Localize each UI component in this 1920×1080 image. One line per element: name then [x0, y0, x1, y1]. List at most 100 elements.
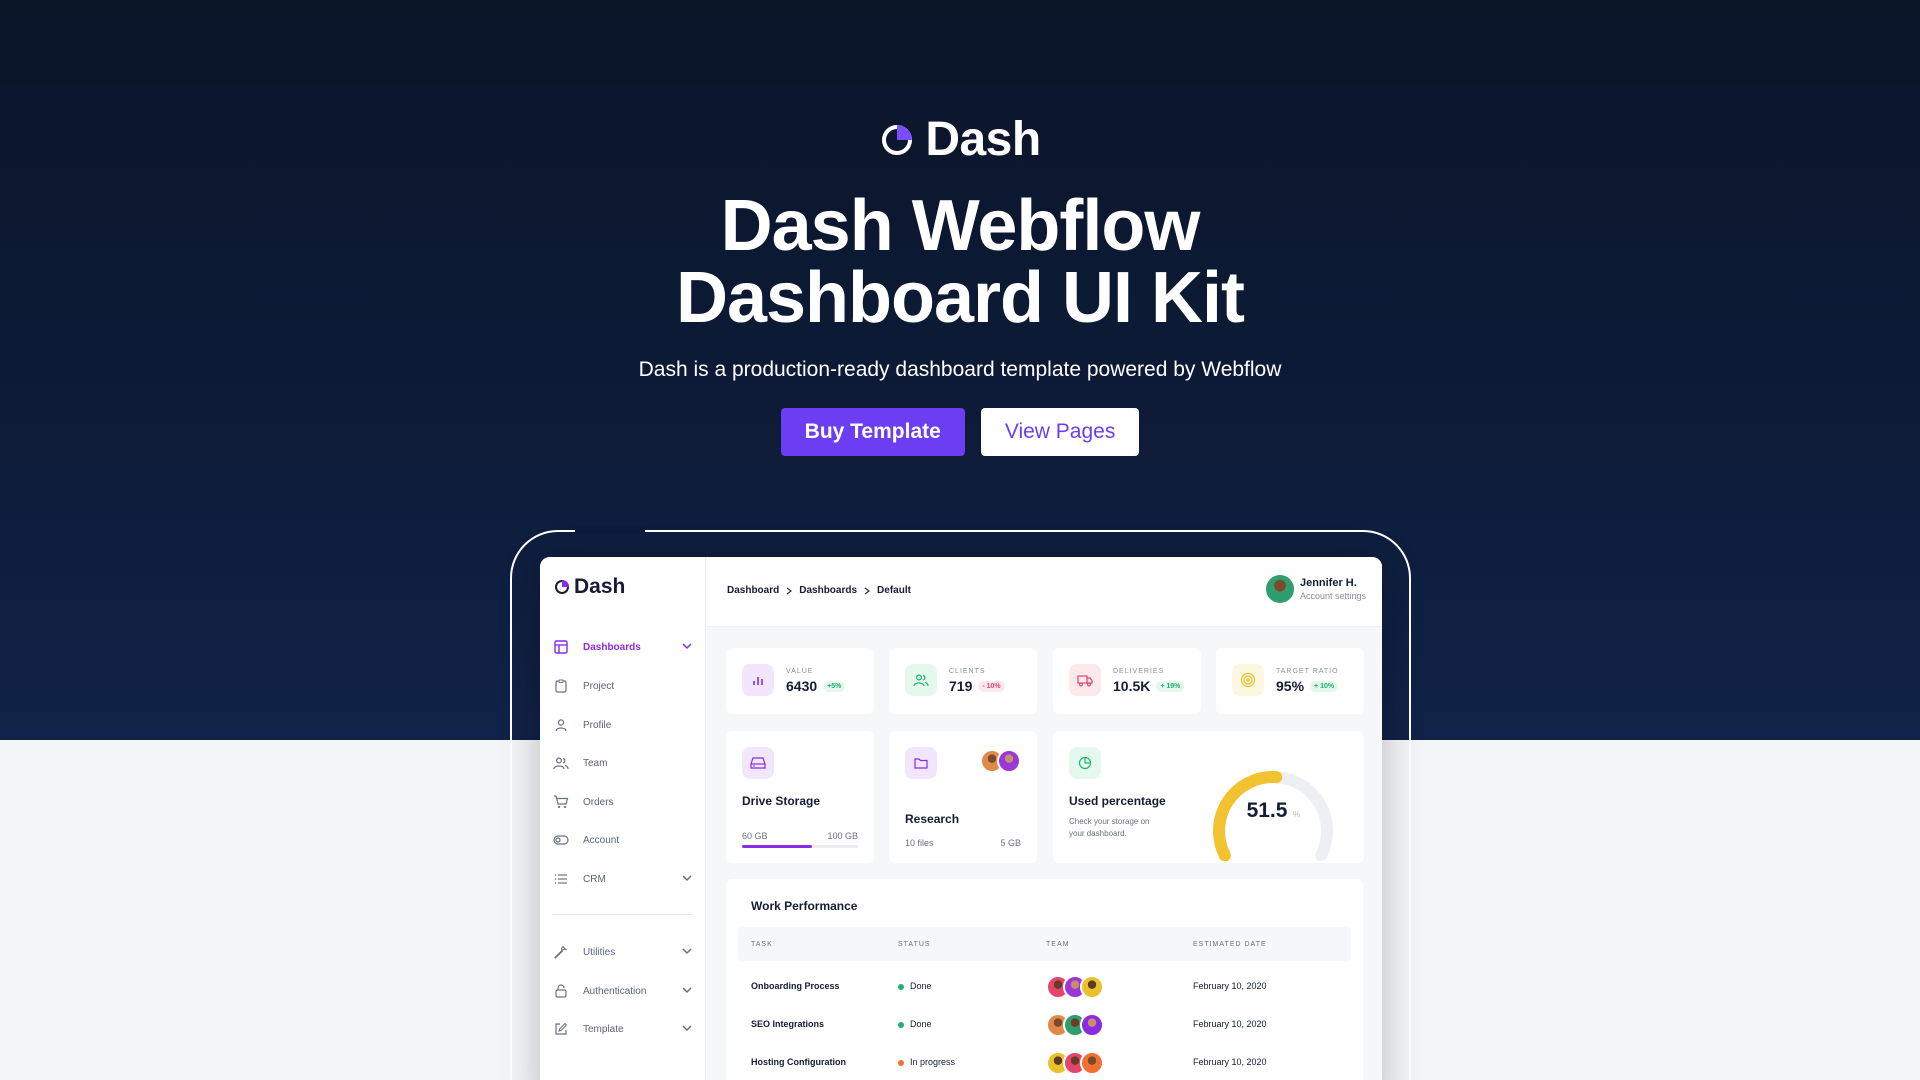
table-row[interactable]: SEO Integrations Done February 10, 2020 [738, 1007, 1351, 1045]
user-name: Jennifer H. [1299, 577, 1357, 589]
status-cell: In progress [898, 1057, 955, 1067]
dashboard-preview: Dash Dashboards Project Profile Team Ord… [540, 557, 1382, 1080]
sidebar-logo[interactable]: Dash [554, 575, 625, 599]
team-avatars [1046, 1051, 1104, 1075]
storage-progress-fill [742, 845, 812, 848]
sidebar-item-account[interactable]: Account [553, 829, 693, 851]
sidebar-item-team[interactable]: Team [553, 752, 693, 774]
work-performance-card: Work Performance TASK STATUS TEAM ESTIMA… [726, 879, 1363, 1080]
table-header: TASK STATUS TEAM ESTIMATED DATE [738, 927, 1351, 961]
sidebar-item-label: Dashboards [583, 641, 641, 653]
sidebar-divider [552, 914, 692, 915]
hero-brand: Dash [0, 112, 1920, 167]
folder-icon [905, 747, 937, 779]
status-cell: Done [898, 981, 932, 991]
sidebar-item-template[interactable]: Template [553, 1018, 693, 1040]
chevron-right-icon [786, 587, 793, 594]
headline-line-2: Dashboard UI Kit [675, 258, 1245, 338]
breadcrumb-item[interactable]: Dashboards [799, 585, 857, 596]
status-cell: Done [898, 1019, 932, 1029]
status-dot [898, 1059, 904, 1066]
drive-storage-card: Drive Storage 60 GB 100 GB [726, 731, 874, 863]
sidebar-item-crm[interactable]: CRM [553, 868, 693, 890]
sidebar-item-profile[interactable]: Profile [553, 714, 693, 736]
drive-total: 100 GB [827, 831, 858, 841]
list-icon [553, 871, 569, 887]
estimated-date: February 10, 2020 [1193, 981, 1267, 991]
cart-icon [553, 794, 569, 810]
sidebar-item-label: Project [583, 680, 615, 692]
target-icon [1232, 664, 1264, 696]
hero-headline: Dash Webflow Dashboard UI Kit [0, 190, 1920, 334]
sidebar-item-label: Orders [583, 796, 614, 808]
users-icon [905, 664, 937, 696]
edit-icon [553, 1021, 569, 1037]
storage-progress-track [742, 845, 858, 848]
task-name: Hosting Configuration [751, 1057, 846, 1067]
stat-value: 6430 [786, 678, 818, 694]
brand-name: Dash [925, 113, 1041, 166]
estimated-date: February 10, 2020 [1193, 1019, 1267, 1029]
stat-card-deliveries: DELIVERIES 10.5K + 19% [1053, 648, 1201, 714]
used-percentage-desc-line: Check your storage on [1069, 817, 1150, 826]
status-text: Done [910, 981, 932, 991]
chevron-down-icon [682, 948, 692, 955]
users-icon [553, 755, 569, 771]
main-content: Dashboard Dashboards Default Jennifer H.… [707, 557, 1382, 1080]
column-header[interactable]: STATUS [898, 941, 931, 948]
stat-value: 719 [949, 678, 973, 694]
lock-icon [553, 983, 569, 999]
account-settings-link[interactable]: Account settings [1300, 591, 1366, 601]
research-card[interactable]: Research 10 files 5 GB [889, 731, 1037, 863]
sidebar-item-authentication[interactable]: Authentication [553, 980, 693, 1002]
stat-badge: + 19% [1156, 680, 1185, 692]
view-pages-button[interactable]: View Pages [980, 408, 1140, 456]
breadcrumb-item[interactable]: Dashboard [727, 585, 779, 596]
hard-drive-icon [742, 747, 774, 779]
sidebar-item-project[interactable]: Project [553, 675, 693, 697]
sidebar-item-orders[interactable]: Orders [553, 791, 693, 813]
status-dot [898, 1021, 904, 1028]
toggle-icon [553, 832, 569, 848]
stat-badge: + 10% [1310, 680, 1339, 692]
avatar [1080, 975, 1104, 999]
used-percentage-desc: Check your storage on your dashboard. [1069, 816, 1150, 840]
research-title: Research [905, 812, 960, 826]
column-header[interactable]: TEAM [1046, 941, 1069, 948]
sidebar-item-label: Authentication [583, 985, 647, 997]
dash-logo-icon [882, 124, 913, 155]
gauge-value: 51.5 [1247, 799, 1288, 822]
work-performance-title: Work Performance [751, 899, 858, 913]
stat-card-target-ratio: TARGET RATIO 95% + 10% [1216, 648, 1364, 714]
stat-value: 10.5K [1113, 678, 1151, 694]
column-header[interactable]: ESTIMATED DATE [1193, 941, 1267, 948]
sidebar-item-dashboards[interactable]: Dashboards [553, 636, 693, 658]
task-name: Onboarding Process [751, 981, 840, 991]
status-dot [898, 983, 904, 990]
tablet-notch [575, 527, 645, 533]
buy-template-button[interactable]: Buy Template [780, 408, 965, 456]
research-files: 10 files [905, 838, 934, 848]
sidebar-item-label: Template [583, 1023, 624, 1035]
stat-badge: - 10% [978, 680, 1005, 692]
user-menu[interactable]: Jennifer H. Account settings [1265, 575, 1366, 603]
topbar: Dashboard Dashboards Default Jennifer H.… [707, 557, 1382, 627]
avatar [1080, 1013, 1104, 1037]
gauge-unit: % [1293, 810, 1300, 819]
stat-card-clients: CLIENTS 719 - 10% [889, 648, 1037, 714]
task-name: SEO Integrations [751, 1019, 825, 1029]
sidebar-item-utilities[interactable]: Utilities [553, 941, 693, 963]
used-percentage-desc-line: your dashboard. [1069, 829, 1127, 838]
column-header[interactable]: TASK [751, 941, 773, 948]
headline-line-1: Dash Webflow [720, 186, 1201, 266]
dash-logo-icon [555, 580, 569, 594]
sidebar-logo-text: Dash [574, 575, 626, 598]
pie-chart-icon [1069, 747, 1101, 779]
table-row[interactable]: Onboarding Process Done February 10, 202… [738, 969, 1351, 1007]
team-avatars [1046, 1013, 1104, 1037]
table-row[interactable]: Hosting Configuration In progress Februa… [738, 1045, 1351, 1080]
chevron-down-icon [682, 643, 692, 650]
truck-icon [1069, 664, 1101, 696]
status-text: In progress [910, 1057, 956, 1067]
estimated-date: February 10, 2020 [1193, 1057, 1267, 1067]
